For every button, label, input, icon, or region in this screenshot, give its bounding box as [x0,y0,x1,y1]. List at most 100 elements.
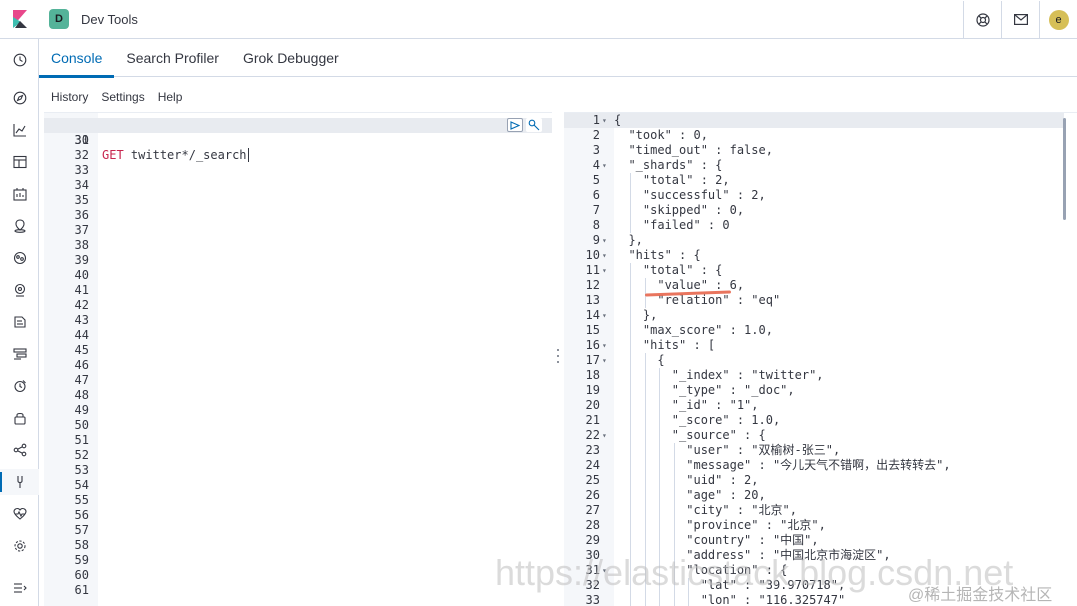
request-line[interactable]: 61 [44,583,552,598]
line-number: 18 [585,368,600,382]
mail-icon[interactable] [1001,0,1039,39]
canvas-icon[interactable] [0,181,39,207]
dev-tools-icon[interactable] [0,469,39,495]
request-line[interactable]: 36 [44,208,552,223]
siem-icon[interactable] [0,405,39,431]
fold-toggle-icon[interactable]: ▾ [602,233,607,248]
request-line[interactable]: 45 [44,343,552,358]
fold-toggle-icon[interactable]: ▾ [602,113,607,128]
line-number: 51 [74,433,89,447]
tab-search-profiler[interactable]: Search Profiler [114,39,231,77]
fold-toggle-icon[interactable]: ▾ [602,338,607,353]
resize-handle[interactable] [555,349,561,363]
fold-toggle-icon[interactable]: ▾ [602,263,607,278]
kibana-logo[interactable] [0,0,39,39]
request-line[interactable]: 34 [44,178,552,193]
line-number: 49 [74,403,89,417]
history-link[interactable]: History [51,90,88,104]
indent-guide [644,443,646,458]
line-number: 11 [585,263,600,277]
response-line: 9 ▾ }, [564,233,1064,248]
uptime-icon[interactable] [0,373,39,399]
help-link[interactable]: Help [158,90,183,104]
line-number: 4 [592,158,600,172]
fold-toggle-icon[interactable]: ▾ [602,353,607,368]
ml-icon[interactable] [0,245,39,271]
tab-grok-debugger[interactable]: Grok Debugger [231,39,351,77]
request-line[interactable]: 50 [44,418,552,433]
line-number: 38 [74,238,89,252]
request-line[interactable]: 51 [44,433,552,448]
line-number: 7 [592,203,600,217]
request-line[interactable]: 60 [44,568,552,583]
request-line[interactable]: 33 [44,163,552,178]
fold-toggle-icon[interactable]: ▾ [602,248,607,263]
infrastructure-icon[interactable] [0,277,39,303]
user-menu[interactable]: e [1039,0,1077,39]
request-editor[interactable]: 29 30 GET twitter*/_search 3132333435363… [44,112,552,606]
line-number: 46 [74,358,89,372]
tab-console[interactable]: Console [39,39,115,78]
request-line[interactable]: 56 [44,508,552,523]
response-code: "_id" : "1", [614,398,759,412]
discover-icon[interactable] [0,85,39,111]
apm-icon[interactable] [0,341,39,367]
indent-guide [659,383,661,398]
request-line[interactable]: 37 [44,223,552,238]
indent-guide [630,218,632,233]
request-line[interactable]: 47 [44,373,552,388]
monitoring-icon[interactable] [0,501,39,527]
wrench-icon[interactable] [526,118,542,132]
line-number: 2 [592,128,600,142]
request-line[interactable]: 54 [44,478,552,493]
request-line[interactable]: 43 [44,313,552,328]
response-code: "max_score" : 1.0, [614,323,773,337]
indent-guide [644,473,646,488]
request-line[interactable]: 40 [44,268,552,283]
request-line[interactable]: 49 [44,403,552,418]
send-request-button[interactable] [507,118,523,132]
request-line[interactable]: 35 [44,193,552,208]
request-line[interactable]: 55 [44,493,552,508]
request-line[interactable]: 38 [44,238,552,253]
request-line[interactable]: 30 GET twitter*/_search [44,118,552,162]
request-line[interactable]: 44 [44,328,552,343]
request-line[interactable]: 32 [44,148,552,163]
logs-icon[interactable] [0,309,39,335]
response-line: 24 "message" : "今儿天气不错啊，出去转转去", [564,458,1064,473]
indent-guide [659,518,661,533]
maps-icon[interactable] [0,213,39,239]
visualize-icon[interactable] [0,117,39,143]
avatar[interactable]: e [1048,9,1069,30]
app-badge[interactable]: D [49,9,69,29]
help-icon[interactable] [963,0,1001,39]
line-number: 35 [74,193,89,207]
request-line[interactable]: 59 [44,553,552,568]
response-code: }, [614,308,658,322]
recently-viewed-icon[interactable] [0,47,39,73]
response-line: 10 ▾ "hits" : { [564,248,1064,263]
indent-guide [673,533,675,548]
request-line[interactable]: 31 [44,133,552,148]
request-line[interactable]: 57 [44,523,552,538]
fold-toggle-icon[interactable]: ▾ [602,158,607,173]
request-line[interactable]: 46 [44,358,552,373]
request-line[interactable]: 58 [44,538,552,553]
indent-guide [659,428,661,443]
fold-toggle-icon[interactable]: ▾ [602,308,607,323]
request-line[interactable]: 41 [44,283,552,298]
settings-link[interactable]: Settings [101,90,144,104]
response-scrollbar[interactable] [1063,118,1066,220]
response-editor[interactable]: 1 ▾{2 "took" : 0, 3 "timed_out" : false, 4 ▾… [564,112,1077,606]
dashboard-icon[interactable] [0,149,39,175]
request-line[interactable]: 39 [44,253,552,268]
collapse-nav-icon[interactable] [0,575,39,601]
fold-toggle-icon[interactable]: ▾ [602,428,607,443]
request-line[interactable]: 48 [44,388,552,403]
line-number: 50 [74,418,89,432]
request-line[interactable]: 53 [44,463,552,478]
request-line[interactable]: 42 [44,298,552,313]
management-gear-icon[interactable] [0,533,39,559]
graph-icon[interactable] [0,437,39,463]
request-line[interactable]: 52 [44,448,552,463]
